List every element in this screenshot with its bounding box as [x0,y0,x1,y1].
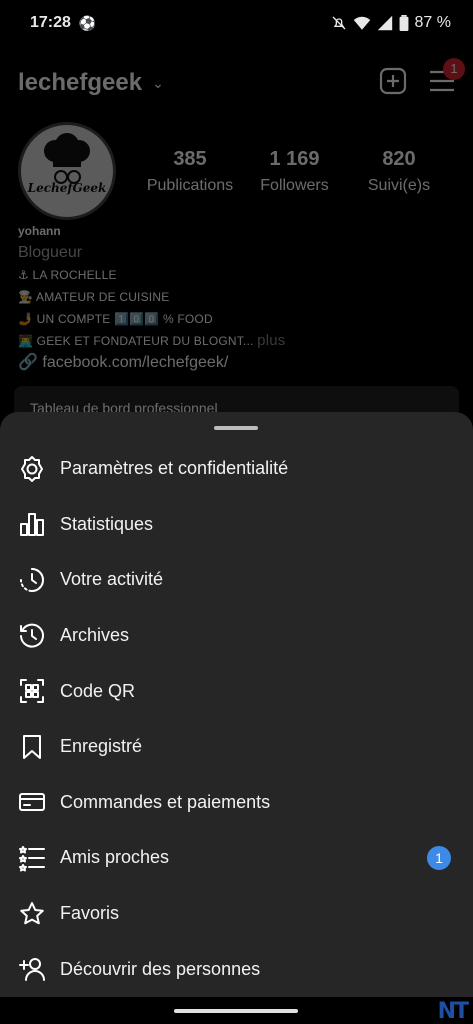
soccer-ball-icon: ⚽ [78,14,97,31]
battery-percent: 87 % [414,14,451,31]
status-bar: 17:28 ⚽ 87 % [0,0,473,46]
activity-clock-icon [18,566,46,594]
bio-line: 👨‍🍳 AMATEUR DE CUISINE [18,290,170,304]
gesture-handle[interactable] [174,1009,298,1013]
signal-icon [377,15,393,31]
bio-line: ⚓ LA ROCHELLE [18,268,117,282]
profile-header: lechefgeek ⌄ 1 [18,57,465,100]
profile-category: Blogueur [18,244,83,261]
menu-item-label: Amis proches [60,847,170,868]
hamburger-menu-button[interactable]: 1 [429,57,465,97]
profile-link[interactable]: 🔗 facebook.com/lechefgeek/ [18,352,455,374]
wifi-icon [353,15,371,31]
link-icon: 🔗 [18,354,38,371]
bio-truncated-text: 👨‍💻 GEEK ET FONDATEUR DU BLOGNT... [18,334,254,348]
profile-name: yohann [18,224,61,238]
bio-line-truncated: 👨‍💻 GEEK ET FONDATEUR DU BLOGNT... plus [18,330,455,352]
menu-item-settings[interactable]: Paramètres et confidentialité [0,441,473,497]
qr-code-icon [18,677,46,705]
profile-link-text: facebook.com/lechefgeek/ [42,354,229,371]
menu-item-label: Votre activité [60,569,164,590]
menu-item-qr-code[interactable]: Code QR [0,663,473,719]
menu-item-label: Enregistré [60,736,143,757]
stat-value: 385 [173,148,207,170]
battery-icon [399,15,409,31]
menu-item-orders-payments[interactable]: Commandes et paiements [0,775,473,831]
archive-history-icon [18,622,46,650]
bookmark-icon [18,733,46,761]
more-link[interactable]: plus [257,332,285,349]
close-friends-badge: 1 [427,845,451,870]
stat-label: Followers [260,177,329,194]
bell-off-icon [331,15,347,31]
menu-item-label: Découvrir des personnes [60,958,261,979]
bar-chart-icon [18,510,46,538]
sheet-drag-handle[interactable] [214,426,258,430]
profile-background: lechefgeek ⌄ 1 LechefGeek 385 Publicatio… [0,46,473,446]
profile-bio: yohann Blogueur ⚓ LA ROCHELLE 👨‍🍳 AMATEU… [18,220,455,374]
avatar[interactable]: LechefGeek [18,122,116,220]
status-time: 17:28 [30,14,71,31]
menu-item-label: Statistiques [60,513,154,534]
stat-followers[interactable]: 1 169 Followers [245,148,345,195]
avatar-logo-text: LechefGeek [27,181,107,195]
menu-item-archives[interactable]: Archives [0,608,473,664]
gear-icon [18,455,46,483]
menu-item-statistics[interactable]: Statistiques [0,497,473,553]
close-friends-list-icon [18,844,46,872]
bio-line: 🤳 UN COMPTE 1️⃣0️⃣0️⃣ % FOOD [18,312,213,326]
stat-value: 1 169 [269,148,320,170]
options-menu: Paramètres et confidentialité Statistiqu… [0,441,473,997]
navigation-bar: NT [0,997,473,1024]
notification-badge: 1 [443,57,465,80]
stat-value: 820 [382,148,416,170]
options-sheet: Paramètres et confidentialité Statistiqu… [0,412,473,997]
menu-item-label: Code QR [60,680,136,701]
status-icons: 87 % [331,14,451,32]
profile-stats: 385 Publications 1 169 Followers 820 Sui… [140,148,449,195]
menu-item-saved[interactable]: Enregistré [0,719,473,775]
menu-item-label: Paramètres et confidentialité [60,458,289,479]
menu-item-close-friends[interactable]: Amis proches 1 [0,830,473,886]
star-icon [18,900,46,928]
credit-card-icon [18,788,46,816]
menu-item-favorites[interactable]: Favoris [0,886,473,942]
menu-item-activity[interactable]: Votre activité [0,552,473,608]
menu-item-label: Favoris [60,903,120,924]
stat-publications[interactable]: 385 Publications [140,148,240,195]
stat-following[interactable]: 820 Suivi(e)s [349,148,449,195]
chevron-down-icon[interactable]: ⌄ [152,75,164,92]
new-post-icon[interactable] [379,67,407,100]
username[interactable]: lechefgeek [18,69,142,97]
header-actions: 1 [379,57,465,100]
stat-label: Publications [146,177,234,194]
menu-item-discover-people[interactable]: Découvrir des personnes [0,941,473,997]
watermark-logo: NT [437,999,469,1024]
add-person-icon [18,955,46,983]
menu-item-label: Commandes et paiements [60,791,271,812]
menu-item-label: Archives [60,625,130,646]
stat-label: Suivi(e)s [367,177,431,194]
